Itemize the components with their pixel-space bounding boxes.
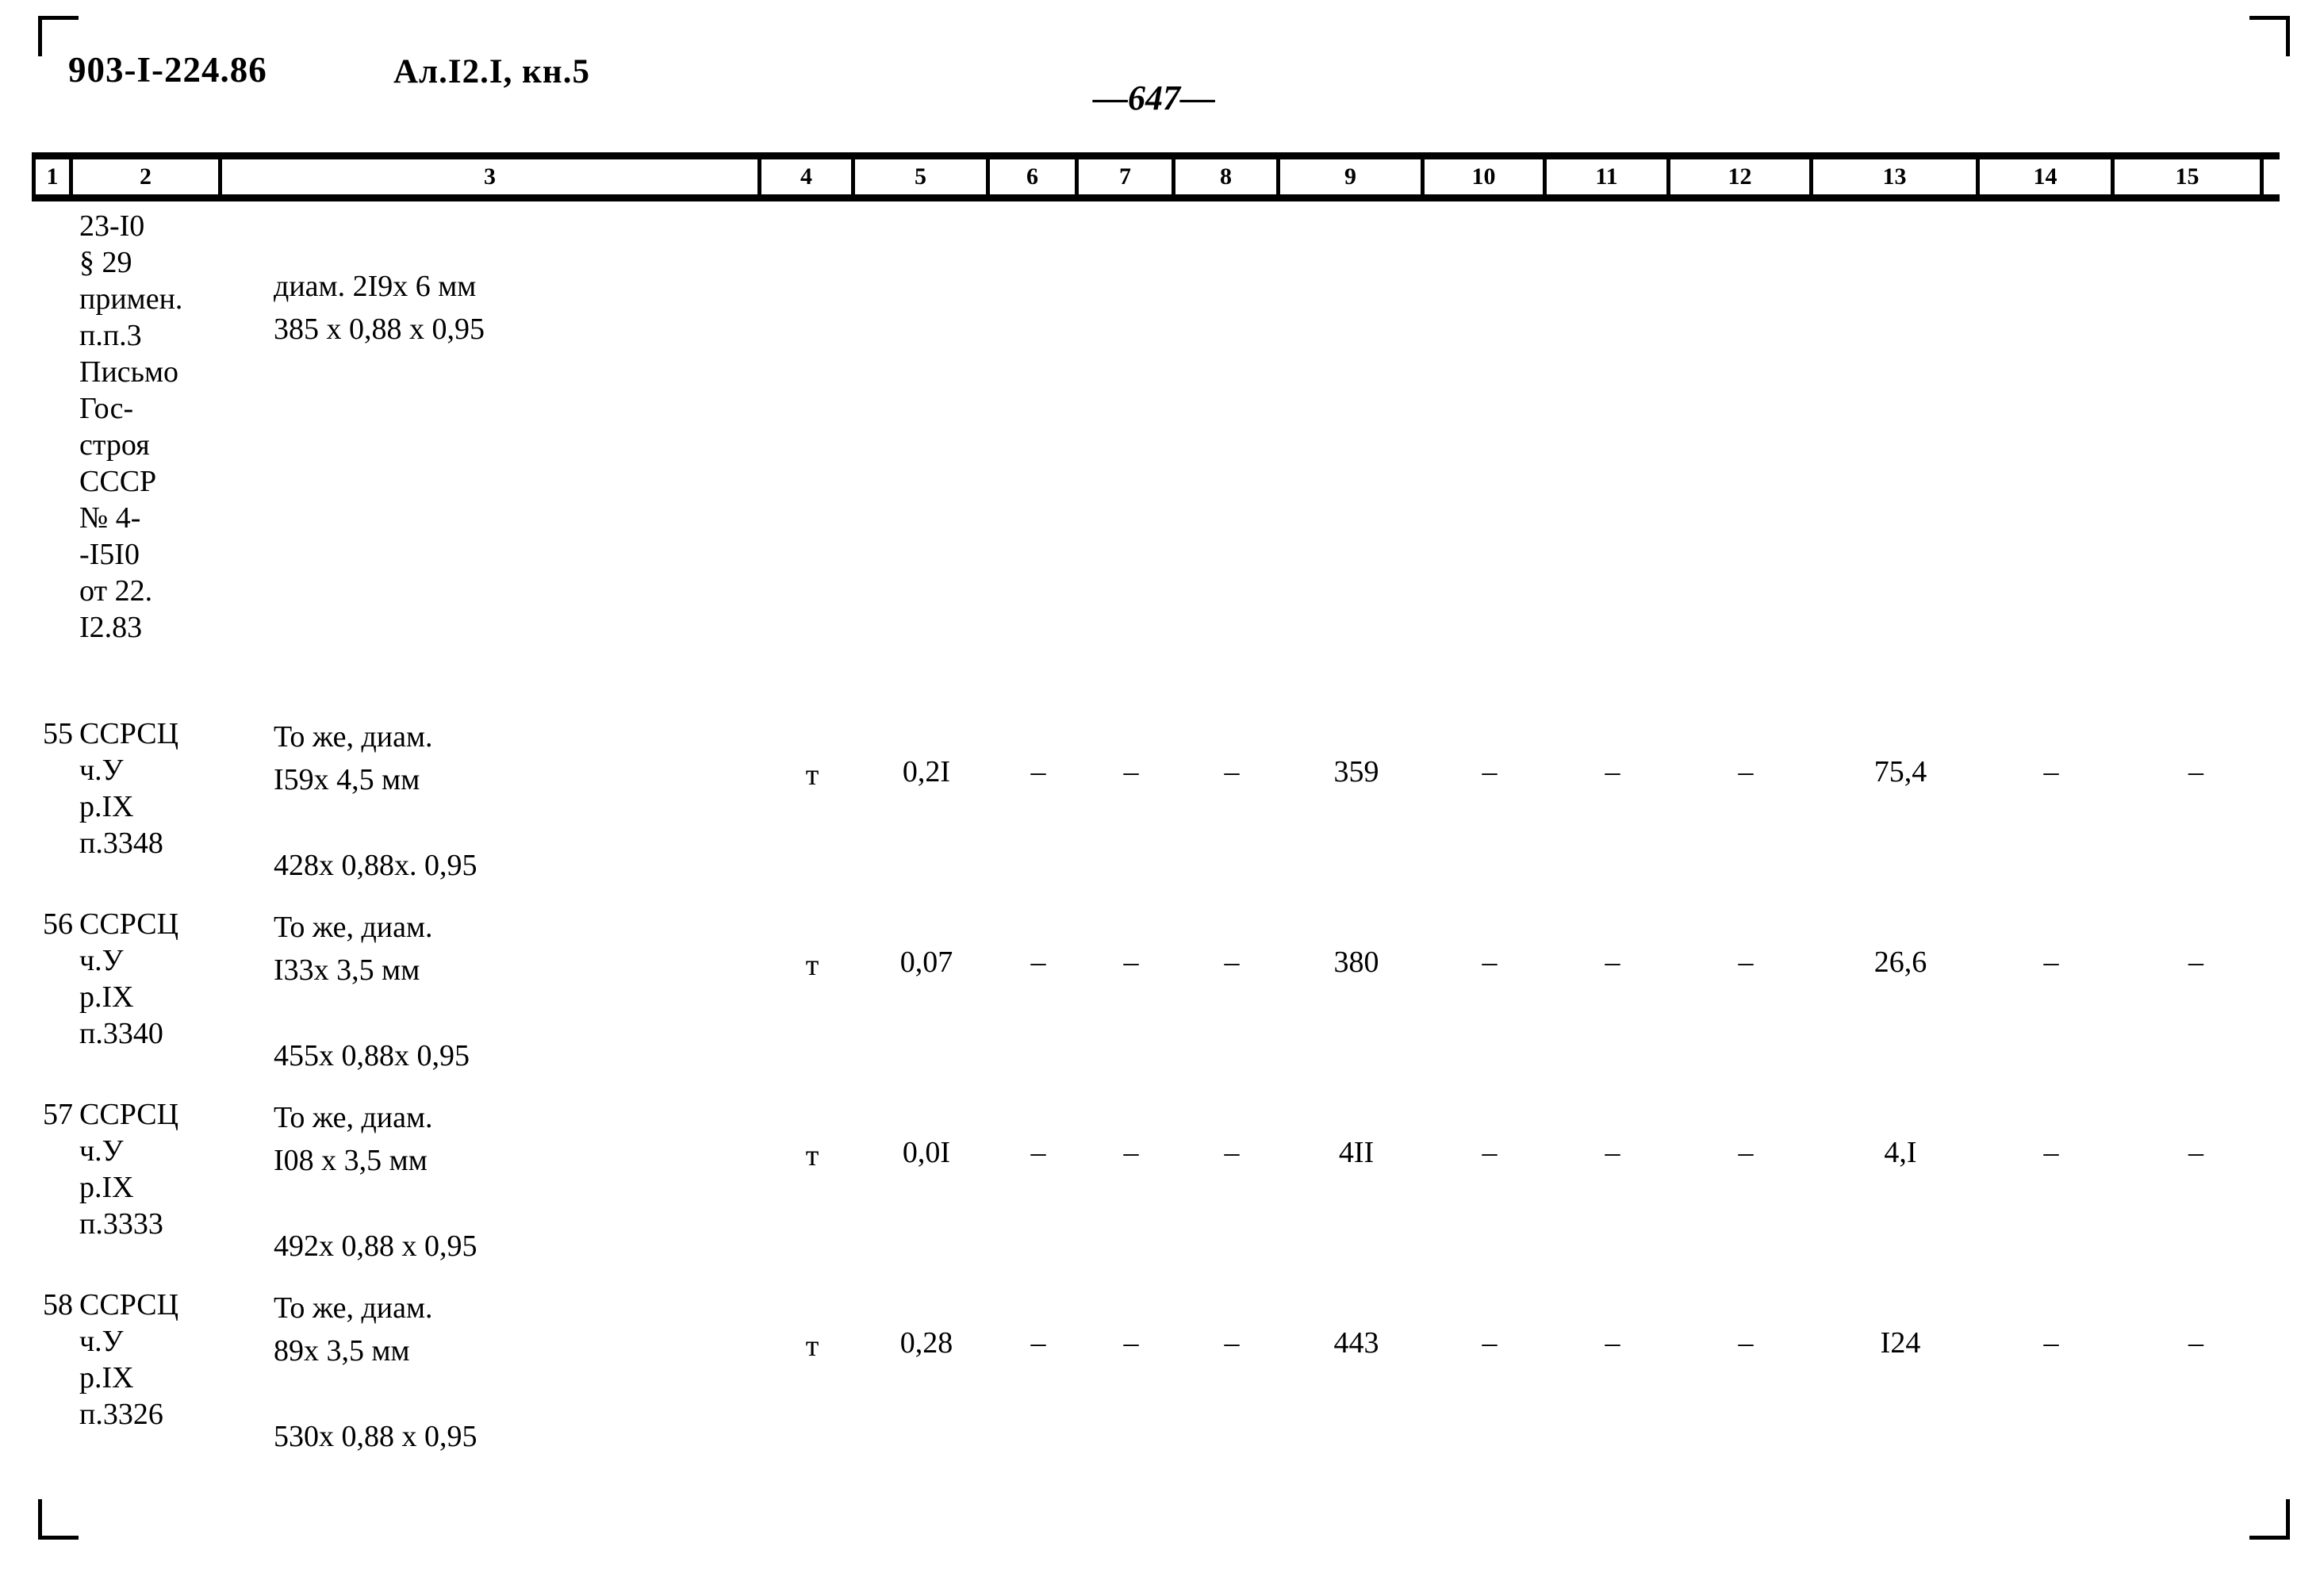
row-cell-col1: 57 bbox=[43, 1098, 73, 1131]
row-cell-col11: – bbox=[1605, 946, 1620, 979]
row-cell-col12: – bbox=[1738, 755, 1754, 788]
row-cell-col13: 75,4 bbox=[1873, 755, 1927, 788]
table-column-header-row: 1 2 3 4 5 6 7 8 9 10 11 12 13 14 15 bbox=[32, 152, 2280, 201]
row-cell-col9: 380 bbox=[1333, 946, 1379, 979]
row-cell-col7: – bbox=[1123, 946, 1139, 979]
row-cell-col9: 4II bbox=[1338, 1136, 1375, 1169]
row-cell-col5: 0,07 bbox=[899, 946, 953, 979]
row-cell-col15: – bbox=[2188, 1136, 2203, 1169]
row-cell-col4: т bbox=[805, 758, 819, 792]
row-cell-col1: 56 bbox=[43, 907, 73, 941]
row-cell-col2: ССРСЦ ч.У р.IX п.3340 bbox=[79, 907, 179, 1050]
row-cell-col2: 23-I0 § 29 примен. п.п.3 Письмо Гос- стр… bbox=[79, 209, 183, 644]
row-cell-col14: – bbox=[2043, 1136, 2059, 1169]
row-cell-col3: То же, диам. I33x 3,5 мм 455x 0,88x 0,95 bbox=[274, 911, 470, 1072]
row-cell-col13: 26,6 bbox=[1873, 946, 1927, 979]
row-cell-col6: – bbox=[1030, 755, 1046, 788]
row-cell-col11: – bbox=[1605, 1326, 1620, 1360]
row-cell-col5: 0,28 bbox=[899, 1326, 953, 1360]
column-header-2: 2 bbox=[73, 159, 222, 194]
row-cell-col8: – bbox=[1224, 1136, 1240, 1169]
row-cell-col6: – bbox=[1030, 1326, 1046, 1360]
row-cell-col1: 55 bbox=[43, 717, 73, 750]
row-cell-col3: диам. 2I9x 6 мм 385 x 0,88 x 0,95 bbox=[274, 270, 485, 346]
crop-mark-top-right bbox=[2249, 16, 2290, 56]
row-cell-col4: т bbox=[805, 1139, 819, 1172]
row-cell-col13: 4,I bbox=[1884, 1136, 1917, 1169]
row-cell-col12: – bbox=[1738, 1136, 1754, 1169]
row-cell-col8: – bbox=[1224, 946, 1240, 979]
row-cell-col3: То же, диам. I59x 4,5 мм 428x 0,88x. 0,9… bbox=[274, 720, 477, 882]
column-header-13: 13 bbox=[1813, 159, 1980, 194]
row-cell-col9: 443 bbox=[1333, 1326, 1379, 1360]
row-cell-col9: 359 bbox=[1333, 755, 1379, 788]
page-number-value: 647 bbox=[1128, 79, 1180, 117]
row-cell-col5: 0,0I bbox=[902, 1136, 951, 1169]
row-cell-col5: 0,2I bbox=[902, 755, 951, 788]
row-cell-col8: – bbox=[1224, 755, 1240, 788]
scanned-page: 903-I-224.86 Ал.I2.I, кн.5 —647— 1 2 3 4… bbox=[0, 0, 2324, 1592]
row-cell-col7: – bbox=[1123, 1136, 1139, 1169]
column-header-8: 8 bbox=[1175, 159, 1280, 194]
column-header-10: 10 bbox=[1425, 159, 1547, 194]
column-header-4: 4 bbox=[761, 159, 855, 194]
row-cell-col8: – bbox=[1224, 1326, 1240, 1360]
row-cell-col12: – bbox=[1738, 1326, 1754, 1360]
table-body: 23-I0 § 29 примен. п.п.3 Письмо Гос- стр… bbox=[32, 208, 2280, 1453]
album-reference: Ал.I2.I, кн.5 bbox=[393, 53, 590, 90]
row-cell-col13: I24 bbox=[1880, 1326, 1921, 1360]
row-cell-col10: – bbox=[1482, 1326, 1498, 1360]
row-cell-col2: ССРСЦ ч.У р.IX п.3348 bbox=[79, 717, 179, 860]
row-cell-col3: То же, диам. 89x 3,5 мм 530x 0,88 x 0,95 bbox=[274, 1291, 477, 1453]
row-cell-col15: – bbox=[2188, 1326, 2203, 1360]
row-cell-col4: т bbox=[805, 949, 819, 982]
table-row: 23-I0 § 29 примен. п.п.3 Письмо Гос- стр… bbox=[32, 208, 2280, 715]
row-cell-col15: – bbox=[2188, 946, 2203, 979]
row-cell-col7: – bbox=[1123, 755, 1139, 788]
table-row: 58 ССРСЦ ч.У р.IX п.3326 То же, диам. 89… bbox=[32, 1287, 2280, 1477]
table-row: 55 ССРСЦ ч.У р.IX п.3348 То же, диам. I5… bbox=[32, 715, 2280, 906]
row-cell-col2: ССРСЦ ч.У р.IX п.3326 bbox=[79, 1288, 179, 1431]
row-cell-col12: – bbox=[1738, 946, 1754, 979]
row-cell-col14: – bbox=[2043, 755, 2059, 788]
column-header-11: 11 bbox=[1547, 159, 1670, 194]
row-cell-col14: – bbox=[2043, 946, 2059, 979]
page-number-dash-right: — bbox=[1180, 79, 1215, 117]
column-header-12: 12 bbox=[1670, 159, 1813, 194]
column-header-15: 15 bbox=[2115, 159, 2264, 194]
row-cell-col14: – bbox=[2043, 1326, 2059, 1360]
row-cell-col11: – bbox=[1605, 755, 1620, 788]
row-cell-col3: То же, диам. I08 x 3,5 мм 492x 0,88 x 0,… bbox=[274, 1101, 477, 1263]
row-cell-col2: ССРСЦ ч.У р.IX п.3333 bbox=[79, 1098, 179, 1241]
row-cell-col10: – bbox=[1482, 946, 1498, 979]
row-cell-col4: т bbox=[805, 1329, 819, 1363]
row-cell-col1: 58 bbox=[43, 1288, 73, 1322]
row-cell-col10: – bbox=[1482, 755, 1498, 788]
table-row: 56 ССРСЦ ч.У р.IX п.3340 То же, диам. I3… bbox=[32, 906, 2280, 1096]
column-header-1: 1 bbox=[32, 159, 73, 194]
column-header-7: 7 bbox=[1079, 159, 1175, 194]
page-number: —647— bbox=[1093, 78, 1215, 118]
crop-mark-bottom-right bbox=[2249, 1499, 2290, 1540]
column-header-6: 6 bbox=[990, 159, 1079, 194]
crop-mark-bottom-left bbox=[38, 1499, 79, 1540]
row-cell-col11: – bbox=[1605, 1136, 1620, 1169]
row-cell-col6: – bbox=[1030, 1136, 1046, 1169]
row-cell-col10: – bbox=[1482, 1136, 1498, 1169]
column-header-3: 3 bbox=[222, 159, 761, 194]
page-number-dash-left: — bbox=[1093, 79, 1128, 117]
table-row: 57 ССРСЦ ч.У р.IX п.3333 То же, диам. I0… bbox=[32, 1096, 2280, 1287]
column-header-5: 5 bbox=[855, 159, 990, 194]
row-cell-col15: – bbox=[2188, 755, 2203, 788]
column-header-14: 14 bbox=[1980, 159, 2115, 194]
row-cell-col7: – bbox=[1123, 1326, 1139, 1360]
column-header-9: 9 bbox=[1280, 159, 1425, 194]
row-cell-col6: – bbox=[1030, 946, 1046, 979]
document-code: 903-I-224.86 bbox=[68, 50, 267, 90]
